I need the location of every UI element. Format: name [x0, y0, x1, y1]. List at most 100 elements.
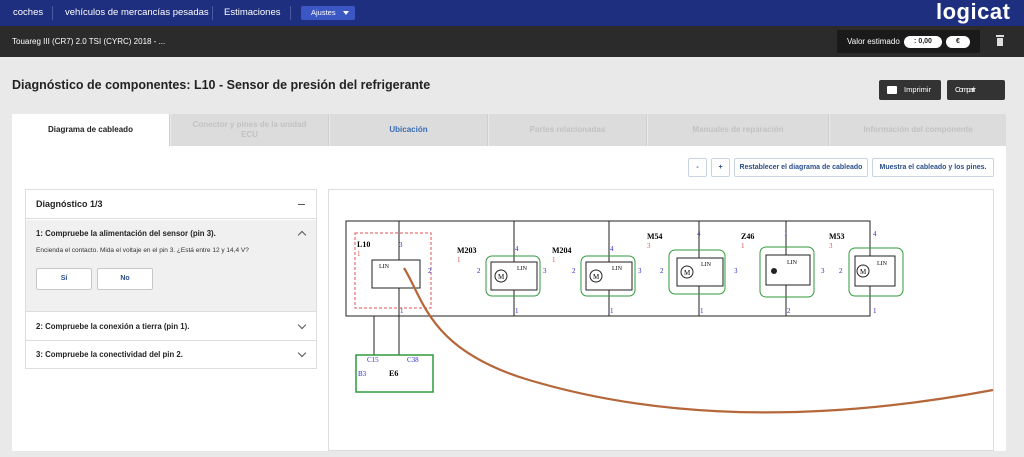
printer-icon — [887, 86, 897, 94]
pin-label: 2 — [428, 267, 432, 275]
step-1-title[interactable]: 1: Compruebe la alimentación del sensor … — [36, 229, 216, 238]
pin-label: 2 — [477, 267, 481, 275]
pin-label: 4 — [697, 230, 701, 238]
ecu-pin: C15 — [367, 356, 379, 364]
component-name: M53 — [829, 232, 845, 241]
diagnostic-step-2[interactable]: 2: Compruebe la conexión a tierra (pin 1… — [26, 313, 316, 341]
ajustes-label: Ajustes — [311, 8, 336, 17]
pin-label: 2 — [787, 307, 791, 315]
component-num: 1 — [357, 250, 361, 258]
pin-label: 3 — [638, 267, 642, 275]
pin-label: 2 — [572, 267, 576, 275]
pin-label: 3 — [543, 267, 547, 275]
reset-diagram-button[interactable]: Restablecer el diagrama de cableado — [734, 158, 868, 177]
pin-label: 1 — [700, 307, 704, 315]
collapse-icon[interactable] — [298, 204, 305, 205]
wiring-diagram-area[interactable]: L10 1 LIN 3 2 1 M LIN M203 1 4 2 3 1 M L… — [328, 189, 994, 451]
lin-label: LIN — [612, 266, 623, 272]
pin-label: 3 — [821, 267, 825, 275]
nav-estimaciones[interactable]: Estimaciones — [224, 0, 281, 26]
component-num: 1 — [552, 256, 556, 264]
vehicle-bar: Touareg III (CR7) 2.0 TSI (CYRC) 2018 - … — [0, 26, 1024, 57]
chevron-down-icon — [343, 11, 349, 15]
pin-label: 2 — [660, 267, 664, 275]
print-label: Imprimir — [904, 85, 932, 94]
share-label: Compartir — [955, 85, 976, 94]
no-button[interactable]: No — [97, 268, 153, 290]
estimated-value-label: Valor estimado — [847, 37, 900, 46]
step-1-description: Encienda el contacto. Mida el voltaje en… — [36, 247, 249, 254]
chevron-down-icon — [297, 320, 307, 330]
heater-icon — [771, 268, 777, 274]
lin-label: LIN — [787, 260, 798, 266]
chevron-up-icon[interactable] — [297, 230, 307, 240]
show-wiring-button[interactable]: Muestra el cableado y los pines. — [872, 158, 994, 177]
ecu-pin: C38 — [407, 356, 419, 364]
lin-label: LIN — [701, 262, 712, 268]
logo[interactable]: logicat — [936, 0, 1010, 26]
ajustes-dropdown[interactable]: Ajustes — [301, 6, 355, 20]
nav-separator — [290, 6, 291, 20]
estimated-value: Valor estimado : 0,00 € — [837, 30, 980, 53]
tab-ubicacion[interactable]: Ubicación — [330, 114, 488, 146]
diagnostic-step-1: 1: Compruebe la alimentación del sensor … — [26, 220, 316, 312]
tab-diagrama[interactable]: Diagrama de cableado — [12, 114, 170, 146]
wiring-diagram[interactable]: L10 1 LIN 3 2 1 M LIN M203 1 4 2 3 1 M L… — [329, 190, 995, 452]
chevron-down-icon — [297, 348, 307, 358]
component-name: M203 — [457, 246, 477, 255]
pin-label: 1 — [515, 307, 519, 315]
vehicle-name[interactable]: Touareg III (CR7) 2.0 TSI (CYRC) 2018 - … — [12, 26, 165, 57]
diagnostic-step-3[interactable]: 3: Compruebe la conectividad del pin 2. — [26, 341, 316, 369]
nav-separator — [52, 6, 53, 20]
diagnostic-header: Diagnóstico 1/3 — [26, 190, 316, 219]
pin-label: 1 — [784, 230, 788, 238]
component-name: M204 — [552, 246, 572, 255]
page-title: Diagnóstico de componentes: L10 - Sensor… — [12, 78, 431, 92]
step-3-title: 3: Compruebe la conectividad del pin 2. — [36, 350, 183, 359]
motor-label: M — [684, 269, 691, 277]
pin-label: 4 — [515, 245, 519, 253]
motor-label: M — [860, 268, 867, 276]
component-name: M54 — [647, 232, 663, 241]
tab-informacion[interactable]: Información del componente — [830, 114, 1006, 146]
diagnostic-title: Diagnóstico 1/3 — [36, 199, 103, 209]
lin-label: LIN — [379, 264, 390, 270]
zoom-out-button[interactable]: - — [688, 158, 707, 177]
step-2-title: 2: Compruebe la conexión a tierra (pin 1… — [36, 322, 190, 331]
pin-label: 1 — [400, 307, 404, 315]
ecu-pin: B3 — [358, 370, 367, 378]
lin-label: LIN — [517, 266, 528, 272]
nav-coches[interactable]: coches — [13, 0, 43, 26]
currency-badge: € — [946, 36, 970, 48]
tab-bar: Diagrama de cableado Conector y pines de… — [12, 114, 1006, 146]
top-navigation: coches vehículos de mercancías pesadas E… — [0, 0, 1024, 26]
component-name: L10 — [357, 240, 370, 249]
pin-label: 4 — [873, 230, 877, 238]
zoom-in-button[interactable]: + — [711, 158, 730, 177]
estimated-value-amount: : 0,00 — [904, 36, 942, 48]
motor-label: M — [498, 273, 505, 281]
component-name: Z46 — [741, 232, 754, 241]
component-num: 3 — [829, 242, 833, 250]
pin-label: 2 — [839, 267, 843, 275]
trash-icon[interactable] — [996, 35, 1004, 46]
lin-label: LIN — [877, 261, 888, 267]
pin-label: 3 — [734, 267, 738, 275]
tab-conector[interactable]: Conector y pines de la unidad ECU — [171, 114, 329, 146]
print-button[interactable]: Imprimir — [879, 80, 941, 100]
motor-label: M — [593, 273, 600, 281]
nav-vehiculos-pesados[interactable]: vehículos de mercancías pesadas — [65, 0, 209, 26]
tab-manuales[interactable]: Manuales de reparación — [648, 114, 829, 146]
nav-separator — [212, 6, 213, 20]
share-button[interactable]: Compartir — [947, 80, 1005, 100]
pin-label: 1 — [610, 307, 614, 315]
component-num: 1 — [741, 242, 745, 250]
pin-label: 4 — [610, 245, 614, 253]
yes-button[interactable]: Sí — [36, 268, 92, 290]
tab-partes[interactable]: Partes relacionadas — [489, 114, 647, 146]
pin-label: 3 — [399, 241, 403, 249]
component-num: 3 — [647, 242, 651, 250]
ecu-name: E6 — [389, 369, 398, 378]
component-num: 1 — [457, 256, 461, 264]
diagnostic-panel: Diagnóstico 1/3 1: Compruebe la alimenta… — [25, 189, 317, 369]
